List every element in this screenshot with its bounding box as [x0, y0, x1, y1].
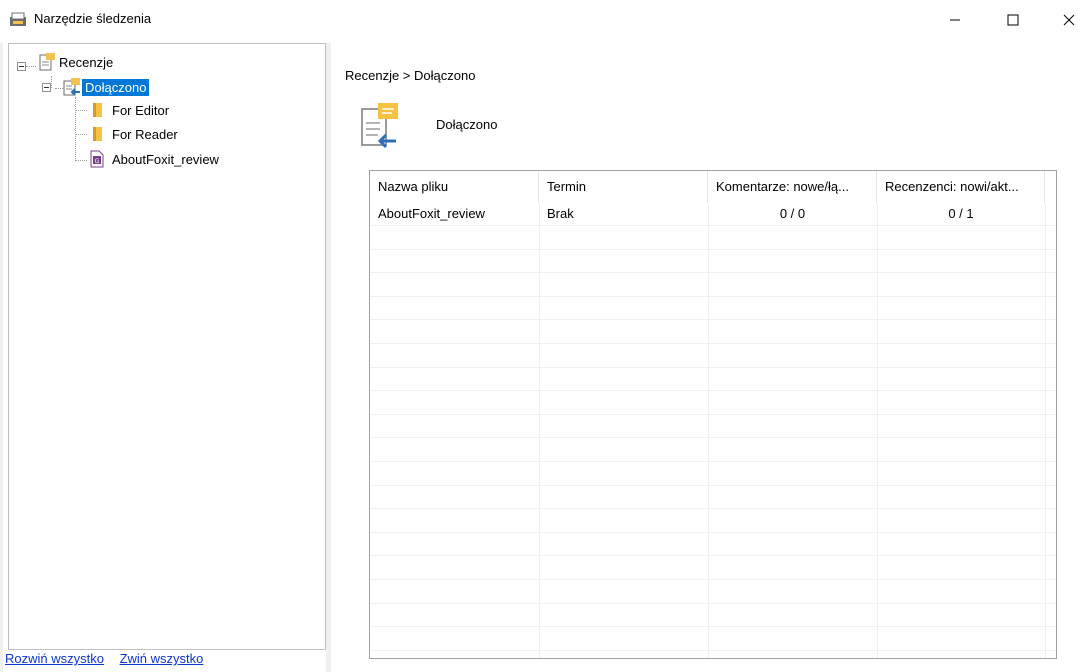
tree-node-label: Dołączono	[82, 78, 150, 96]
grid-line	[370, 390, 1056, 391]
tree-connector	[75, 134, 87, 136]
collapse-toggle[interactable]	[42, 83, 51, 92]
tree-node-aboutfoxit-review[interactable]: G AboutFoxit_review	[89, 148, 222, 170]
tree-node-recenzje[interactable]: Recenzje	[38, 51, 116, 73]
grid-line	[370, 225, 1056, 226]
window-title: Narzędzie śledzenia	[34, 11, 152, 26]
section-title: Dołączono	[436, 117, 498, 132]
tree-node-for-editor[interactable]: For Editor	[89, 99, 172, 121]
table-grid	[370, 203, 1056, 658]
tree-node-label: For Reader	[112, 126, 178, 142]
close-button[interactable]	[1046, 0, 1090, 40]
title-bar: Narzędzie śledzenia	[0, 0, 1090, 40]
tree-node-label: Recenzje	[59, 54, 114, 70]
tree-node-dolaczono[interactable]: Dołączono	[62, 76, 150, 98]
tree-connector	[75, 97, 77, 161]
grid-line	[370, 555, 1056, 556]
column-header-file-name[interactable]: Nazwa pliku	[370, 171, 539, 203]
grid-line	[370, 414, 1056, 415]
column-header-reviewers[interactable]: Recenzenci: nowi/akt...	[877, 171, 1045, 203]
expand-all-link[interactable]: Rozwiń wszystko	[5, 651, 104, 666]
grid-line	[1045, 203, 1046, 658]
breadcrumb: Recenzje > Dołączono	[345, 68, 476, 83]
review-table: Nazwa pliku Termin Komentarze: nowe/łą..…	[369, 170, 1057, 659]
tree-node-label: AboutFoxit_review	[112, 151, 219, 167]
cell-comments: 0 / 0	[779, 206, 806, 221]
reviews-icon	[39, 53, 55, 71]
grid-line	[370, 579, 1056, 580]
tracker-app-icon	[10, 12, 26, 26]
collapse-toggle[interactable]	[17, 62, 26, 71]
grid-line	[708, 203, 709, 658]
folder-icon	[93, 127, 102, 141]
maximize-icon	[1007, 14, 1019, 26]
grid-line	[370, 532, 1056, 533]
table-header: Nazwa pliku Termin Komentarze: nowe/łą..…	[370, 171, 1056, 203]
grid-line	[370, 319, 1056, 320]
left-edge	[0, 43, 3, 672]
joined-review-icon	[63, 78, 80, 96]
tree-node-label: For Editor	[112, 102, 170, 118]
grid-line	[539, 203, 540, 658]
tree-connector	[75, 160, 87, 162]
close-icon	[1063, 14, 1075, 26]
grid-line	[370, 650, 1056, 651]
tree-footer-links: Rozwiń wszystko Zwiń wszystko	[5, 651, 215, 666]
cell-file-name: AboutFoxit_review	[378, 206, 485, 221]
joined-review-large-icon	[361, 103, 398, 149]
review-tree: Recenzje Dołączono For Editor For Reader…	[9, 44, 325, 244]
grid-line	[370, 272, 1056, 273]
column-header-comments[interactable]: Komentarze: nowe/łą...	[708, 171, 877, 203]
cell-deadline: Brak	[547, 206, 574, 221]
grid-line	[370, 461, 1056, 462]
minimize-icon	[950, 19, 960, 21]
grid-line	[370, 603, 1056, 604]
maximize-button[interactable]	[990, 0, 1036, 40]
tree-connector	[26, 66, 36, 68]
tree-connector	[51, 76, 53, 88]
tree-node-for-reader[interactable]: For Reader	[89, 123, 181, 145]
svg-text:G: G	[95, 158, 100, 165]
grid-line	[370, 249, 1056, 250]
grid-line	[877, 203, 878, 658]
grid-line	[370, 343, 1056, 344]
grid-line	[370, 626, 1056, 627]
pdf-file-icon: G	[90, 150, 104, 168]
grid-line	[370, 367, 1056, 368]
column-header-deadline[interactable]: Termin	[539, 171, 708, 203]
grid-line	[370, 296, 1056, 297]
folder-icon	[93, 103, 102, 117]
grid-line	[370, 485, 1056, 486]
grid-line	[370, 437, 1056, 438]
pane-splitter[interactable]	[326, 43, 331, 672]
grid-line	[370, 508, 1056, 509]
tree-connector	[75, 110, 87, 112]
cell-reviewers: 0 / 1	[948, 206, 974, 221]
minimize-button[interactable]	[932, 0, 978, 40]
review-tree-panel: Recenzje Dołączono For Editor For Reader…	[8, 43, 326, 650]
collapse-all-link[interactable]: Zwiń wszystko	[120, 651, 204, 666]
table-row[interactable]: AboutFoxit_review Brak 0 / 0 0 / 1	[370, 203, 1056, 225]
